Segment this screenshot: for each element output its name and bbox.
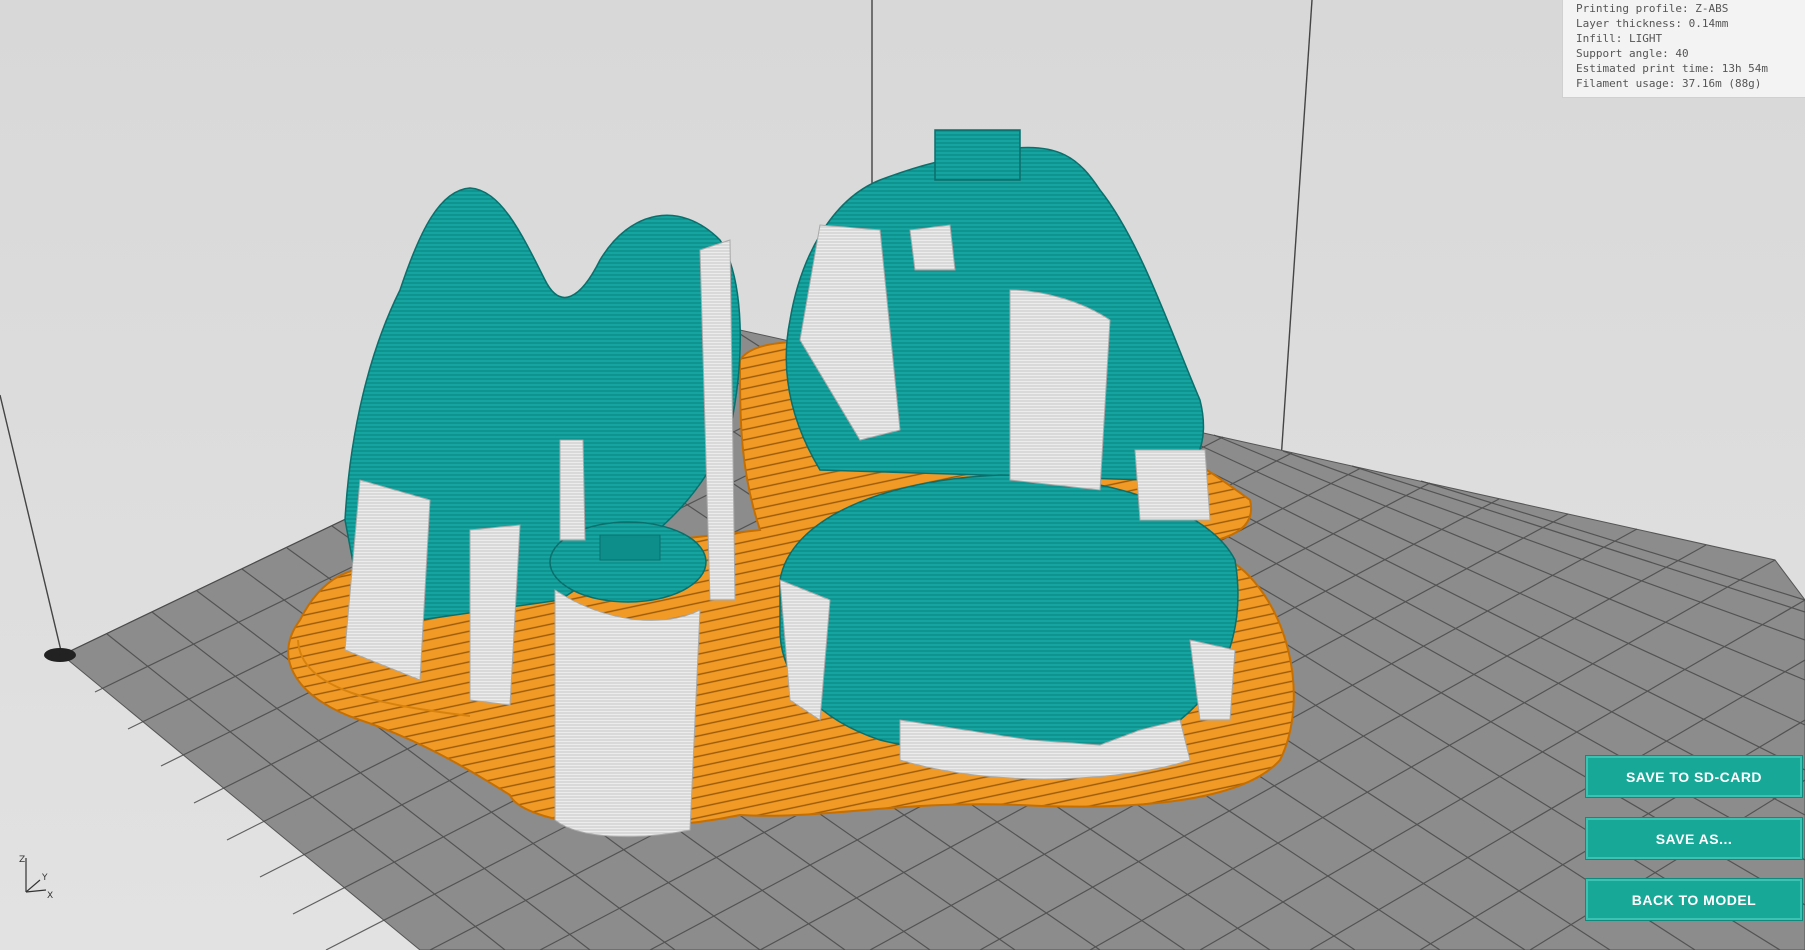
printing-profile-text: Printing profile: Z-ABS [1576,2,1729,15]
infill-text: Infill: LIGHT [1576,32,1663,45]
estimated-print-time-text: Estimated print time: 13h 54m [1576,62,1769,75]
layer-thickness-text: Layer thickness: 0.14mm [1576,17,1729,30]
action-buttons: SAVE TO SD-CARD SAVE AS... BACK TO MODEL [1585,755,1803,940]
filament-usage-text: Filament usage: 37.16m (88g) [1576,77,1762,90]
save-as-button[interactable]: SAVE AS... [1585,817,1803,860]
y-axis-label: Y [41,873,48,883]
axis-gizmo-icon: Z Y X [19,855,53,901]
save-to-sd-card-button[interactable]: SAVE TO SD-CARD [1585,755,1803,798]
print-preview-viewport[interactable]: Printing profile: Z-ABS Layer thickness:… [0,0,1805,950]
back-to-model-button[interactable]: BACK TO MODEL [1585,878,1803,921]
3d-scene [0,0,1805,950]
support-angle-text: Support angle: 40 [1576,47,1689,60]
x-axis-label: X [47,891,53,901]
z-axis-label: Z [19,855,25,865]
print-info-panel: Printing profile: Z-ABS Layer thickness:… [1562,0,1805,98]
